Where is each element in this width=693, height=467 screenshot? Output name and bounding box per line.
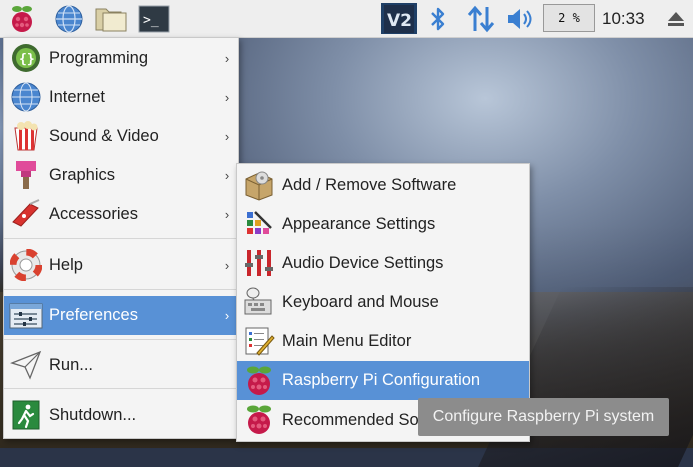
package-icon (240, 166, 278, 204)
volume-icon[interactable] (505, 3, 535, 34)
svg-text:V2: V2 (387, 11, 412, 31)
submenu-item-raspberry-pi-configuration[interactable]: Raspberry Pi Configuration (237, 361, 529, 400)
programming-icon: {} (7, 39, 45, 77)
clock[interactable]: 10:33 (602, 0, 645, 37)
submenu-item-keyboard-and-mouse[interactable]: Keyboard and Mouse (237, 283, 529, 321)
submenu-item-main-menu-editor[interactable]: Main Menu Editor (237, 322, 529, 360)
shutdown-icon (7, 396, 45, 434)
menu-item-accessories[interactable]: Accessories › (4, 195, 238, 233)
chevron-right-icon: › (224, 206, 230, 222)
submenu-item-add-remove-software[interactable]: Add / Remove Software (237, 166, 529, 204)
submenu-item-audio-device-settings[interactable]: Audio Device Settings (237, 244, 529, 282)
eject-icon[interactable] (663, 3, 689, 34)
menu-item-sound-video[interactable]: Sound & Video › (4, 117, 238, 155)
menu-item-preferences[interactable]: Preferences › (4, 296, 238, 335)
chevron-right-icon: › (224, 308, 230, 323)
vnc-icon[interactable]: V2 (381, 3, 417, 34)
terminal-icon[interactable]: >_ (136, 3, 172, 34)
menu-item-shutdown[interactable]: Shutdown... (4, 396, 238, 434)
network-icon[interactable] (464, 3, 498, 34)
run-icon (7, 346, 45, 384)
file-manager-icon[interactable] (93, 3, 129, 34)
chevron-right-icon: › (224, 167, 230, 183)
menu-separator (4, 339, 238, 340)
cpu-usage-label: 2 % (558, 11, 580, 25)
web-browser-icon[interactable] (52, 3, 86, 34)
menu-separator (4, 289, 238, 290)
preferences-icon (7, 297, 45, 335)
graphics-icon (7, 156, 45, 194)
menu-item-programming[interactable]: {} Programming › (4, 39, 238, 77)
help-icon (7, 246, 45, 284)
keyboard-mouse-icon (240, 283, 278, 321)
menu-editor-icon (240, 322, 278, 360)
raspberry-pi-icon (240, 362, 278, 400)
raspberry-menu-icon[interactable] (6, 3, 38, 34)
chevron-right-icon: › (224, 257, 230, 273)
chevron-right-icon: › (224, 128, 230, 144)
audio-mixer-icon (240, 244, 278, 282)
svg-text:{}: {} (19, 52, 35, 67)
submenu-item-appearance-settings[interactable]: Appearance Settings (237, 205, 529, 243)
menu-separator (4, 238, 238, 239)
sound-video-icon (7, 117, 45, 155)
accessories-icon (7, 195, 45, 233)
menu-item-run[interactable]: Run... (4, 346, 238, 384)
menu-item-help[interactable]: Help › (4, 246, 238, 284)
appearance-icon (240, 205, 278, 243)
raspberry-pi-icon (240, 401, 278, 439)
menu-item-graphics[interactable]: Graphics › (4, 156, 238, 194)
internet-icon (7, 78, 45, 116)
top-panel: >_ V2 2 % 10:33 (0, 0, 693, 38)
menu-separator (4, 388, 238, 389)
tooltip: Configure Raspberry Pi system (418, 398, 669, 436)
menu-item-internet[interactable]: Internet › (4, 78, 238, 116)
cpu-usage-monitor[interactable]: 2 % (543, 4, 595, 32)
chevron-right-icon: › (224, 50, 230, 66)
chevron-right-icon: › (224, 89, 230, 105)
main-menu: {} Programming › Internet › Sound & Vide… (3, 37, 239, 439)
bluetooth-icon[interactable] (425, 3, 451, 34)
svg-text:>_: >_ (143, 13, 159, 28)
